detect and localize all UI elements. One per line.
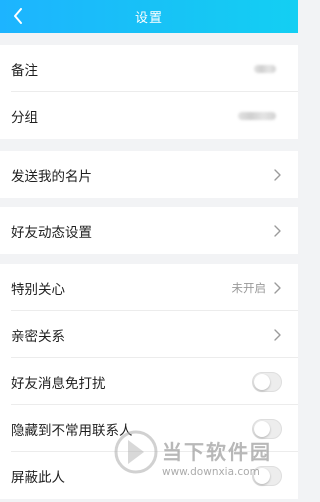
remark-label: 备注 bbox=[11, 62, 38, 79]
friend-feed-label: 好友动态设置 bbox=[11, 224, 92, 241]
block-user-row: 屏蔽此人 bbox=[0, 452, 298, 499]
special-care-row[interactable]: 特别关心 未开启 bbox=[0, 264, 298, 311]
block-user-toggle[interactable] bbox=[252, 465, 282, 486]
toggle-knob bbox=[254, 373, 270, 390]
intimate-relation-label: 亲密关系 bbox=[11, 328, 65, 345]
chevron-right-icon bbox=[272, 224, 282, 238]
chevron-right-icon bbox=[272, 281, 282, 295]
remark-value-blurred bbox=[254, 64, 276, 73]
title-bar: 设置 bbox=[0, 0, 298, 33]
settings-group-feed: 好友动态设置 bbox=[0, 207, 298, 254]
special-care-label: 特别关心 bbox=[11, 281, 65, 298]
hide-contact-row: 隐藏到不常用联系人 bbox=[0, 405, 298, 452]
chevron-right-icon bbox=[272, 328, 282, 342]
settings-group-card: 发送我的名片 bbox=[0, 151, 298, 198]
block-user-label: 屏蔽此人 bbox=[11, 469, 65, 486]
send-card-label: 发送我的名片 bbox=[11, 168, 92, 185]
mute-messages-row: 好友消息免打扰 bbox=[0, 358, 298, 405]
toggle-knob bbox=[254, 420, 270, 437]
group-value-blurred bbox=[238, 111, 276, 120]
mute-messages-toggle[interactable] bbox=[252, 371, 282, 392]
settings-group-profile: 备注 分组 bbox=[0, 45, 298, 139]
back-button[interactable] bbox=[6, 4, 30, 28]
friend-feed-row[interactable]: 好友动态设置 bbox=[0, 207, 298, 254]
hide-contact-toggle[interactable] bbox=[252, 418, 282, 439]
page-title: 设置 bbox=[134, 11, 163, 26]
chevron-right-icon bbox=[272, 168, 282, 182]
toggle-knob bbox=[254, 467, 270, 484]
settings-group-relationship: 特别关心 未开启 亲密关系 好友消息免打扰 隐藏到不常用联系人 屏蔽此人 bbox=[0, 264, 298, 499]
group-label: 分组 bbox=[11, 109, 38, 126]
send-card-row[interactable]: 发送我的名片 bbox=[0, 151, 298, 198]
group-row[interactable]: 分组 bbox=[0, 92, 298, 139]
hide-contact-label: 隐藏到不常用联系人 bbox=[11, 422, 133, 439]
intimate-relation-row[interactable]: 亲密关系 bbox=[0, 311, 298, 358]
remark-row[interactable]: 备注 bbox=[0, 45, 298, 92]
chevron-left-icon bbox=[14, 8, 22, 24]
special-care-status: 未开启 bbox=[231, 280, 267, 295]
mute-messages-label: 好友消息免打扰 bbox=[11, 375, 106, 392]
